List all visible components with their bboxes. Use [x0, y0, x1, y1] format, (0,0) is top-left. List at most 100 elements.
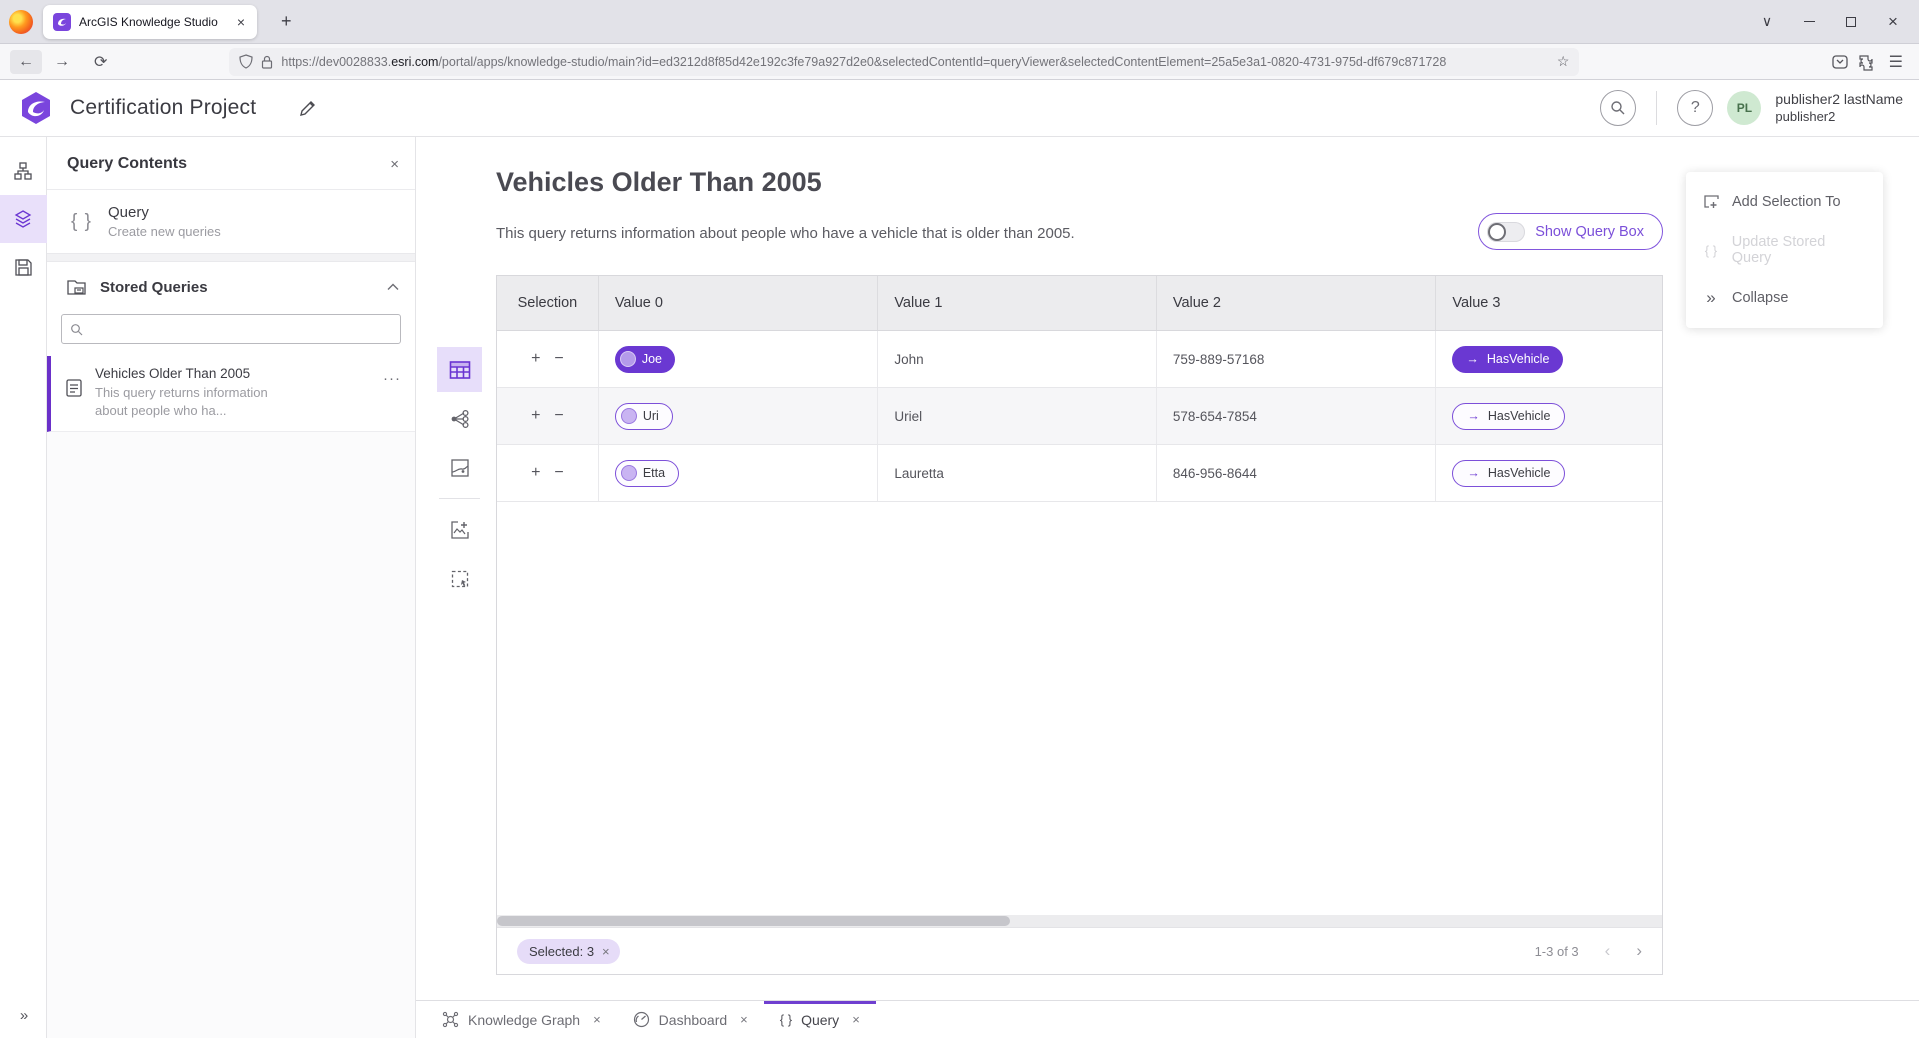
table-row[interactable]: + − Joe John 759-889-57168 →HasVehicle	[497, 331, 1662, 388]
user-name: publisher2 lastName publisher2	[1775, 91, 1903, 125]
remove-selection-icon[interactable]: −	[554, 464, 563, 482]
help-button[interactable]: ?	[1677, 90, 1713, 126]
search-input[interactable]	[89, 322, 392, 337]
edit-pencil-icon[interactable]	[298, 99, 317, 118]
firefox-icon[interactable]	[9, 10, 33, 34]
browser-tab[interactable]: ArcGIS Knowledge Studio ×	[43, 5, 257, 39]
link-chart-view-button[interactable]	[437, 396, 482, 441]
close-tab-icon[interactable]: ×	[740, 1012, 748, 1027]
remove-selection-icon[interactable]: −	[554, 350, 563, 368]
expand-panel-icon[interactable]: »	[20, 1007, 26, 1024]
tab-dashboard[interactable]: Dashboard ×	[617, 1001, 764, 1038]
horizontal-scrollbar[interactable]	[497, 915, 1662, 927]
map-view-button[interactable]	[437, 445, 482, 490]
search-button[interactable]	[1600, 90, 1636, 126]
add-selection-icon[interactable]: +	[531, 464, 540, 482]
page-title: Vehicles Older Than 2005	[496, 167, 822, 198]
column-header[interactable]: Selection	[497, 276, 599, 330]
stored-queries-folder-icon	[67, 278, 88, 296]
forward-button[interactable]: →	[42, 53, 82, 71]
close-tab-icon[interactable]: ×	[593, 1012, 601, 1027]
menu-item-collapse[interactable]: » Collapse	[1686, 274, 1883, 322]
query-viewer: Vehicles Older Than 2005 This query retu…	[416, 137, 1919, 1000]
item-options-icon[interactable]: ···	[383, 370, 401, 387]
table-row[interactable]: + − Etta Lauretta 846-956-8644 →HasVehic…	[497, 445, 1662, 502]
window-maximize-button[interactable]	[1843, 14, 1859, 30]
tab-knowledge-graph[interactable]: Knowledge Graph ×	[426, 1001, 617, 1038]
next-page-icon[interactable]: ›	[1636, 941, 1642, 961]
pocket-icon[interactable]	[1831, 53, 1849, 71]
bookmark-star-icon[interactable]: ☆	[1557, 53, 1570, 70]
query-contents-panel: Query Contents × { } Query Create new qu…	[47, 137, 416, 1038]
add-selection-icon[interactable]: +	[531, 407, 540, 425]
browser-navbar: ← → ⟳ https://dev0028833.esri.com/portal…	[0, 44, 1919, 80]
scrollbar-thumb[interactable]	[497, 916, 1010, 926]
arcgis-favicon	[53, 13, 71, 31]
stored-queries-search[interactable]	[61, 314, 401, 344]
hierarchy-tree-icon	[13, 161, 33, 181]
braces-icon: { }	[1702, 243, 1720, 258]
collapse-chevron-up-icon[interactable]	[387, 283, 399, 291]
close-tab-icon[interactable]: ×	[852, 1012, 860, 1027]
search-icon	[70, 323, 83, 336]
app-header: Certification Project ? PL publisher2 la…	[0, 80, 1919, 137]
add-to-map-button[interactable]	[437, 507, 482, 552]
table-row[interactable]: + − Uri Uriel 578-654-7854 →HasVehicle	[497, 388, 1662, 445]
table-view-button[interactable]	[437, 347, 482, 392]
menu-item-update-stored-query[interactable]: { } Update Stored Query	[1686, 226, 1883, 274]
user-avatar[interactable]: PL	[1727, 91, 1761, 125]
menu-item-add-selection-to[interactable]: Add Selection To	[1686, 178, 1883, 226]
entity-pill[interactable]: Etta	[615, 460, 679, 487]
remove-selection-icon[interactable]: −	[554, 407, 563, 425]
section-divider	[47, 253, 415, 262]
tabs-dropdown-icon[interactable]: ∨	[1759, 14, 1775, 30]
braces-icon: { }	[780, 1012, 792, 1027]
rail-item-hierarchy[interactable]	[0, 147, 47, 195]
rail-item-save[interactable]	[0, 243, 47, 291]
tab-query[interactable]: { } Query ×	[764, 1001, 876, 1038]
reload-button[interactable]: ⟳	[82, 52, 119, 72]
toolbar-divider	[439, 498, 480, 499]
relationship-pill[interactable]: →HasVehicle	[1452, 346, 1563, 373]
column-header[interactable]: Value 3	[1436, 276, 1662, 330]
selection-tool-button[interactable]	[437, 556, 482, 601]
column-header[interactable]: Value 0	[599, 276, 879, 330]
cell-value: 759-889-57168	[1157, 331, 1437, 387]
stored-queries-header[interactable]: Stored Queries	[47, 262, 415, 304]
show-query-box-toggle[interactable]: Show Query Box	[1478, 213, 1663, 250]
view-tab-bar: Knowledge Graph × Dashboard × { } Query …	[416, 1000, 1919, 1038]
add-selection-to-icon	[1703, 194, 1720, 211]
entity-pill[interactable]: Joe	[615, 346, 675, 373]
add-selection-icon[interactable]: +	[531, 350, 540, 368]
url-text: https://dev0028833.esri.com/portal/apps/…	[281, 55, 1548, 69]
rail-item-contents[interactable]	[0, 195, 47, 243]
panel-close-icon[interactable]: ×	[390, 156, 399, 173]
cell-value: Lauretta	[878, 445, 1157, 501]
window-minimize-button[interactable]	[1801, 14, 1817, 30]
back-button[interactable]: ←	[10, 50, 42, 74]
entity-pill[interactable]: Uri	[615, 403, 673, 430]
new-tab-button[interactable]: +	[273, 9, 300, 34]
extensions-puzzle-icon[interactable]	[1857, 53, 1875, 71]
lock-icon	[261, 55, 273, 69]
clear-selection-icon[interactable]: ×	[602, 944, 610, 959]
column-header[interactable]: Value 2	[1157, 276, 1437, 330]
layers-icon	[13, 209, 33, 229]
url-bar[interactable]: https://dev0028833.esri.com/portal/apps/…	[229, 48, 1579, 76]
menu-hamburger-icon[interactable]: ☰	[1883, 52, 1909, 72]
tab-close-icon[interactable]: ×	[235, 14, 247, 30]
selected-count-chip[interactable]: Selected: 3 ×	[517, 939, 620, 964]
cell-value: Uriel	[878, 388, 1157, 444]
relationship-pill[interactable]: →HasVehicle	[1452, 403, 1565, 430]
prev-page-icon[interactable]: ‹	[1605, 941, 1611, 961]
table-icon	[449, 360, 471, 380]
arcgis-knowledge-logo	[20, 91, 52, 125]
relationship-pill[interactable]: →HasVehicle	[1452, 460, 1565, 487]
new-query-item[interactable]: { } Query Create new queries	[47, 190, 415, 253]
panel-title: Query Contents	[67, 155, 187, 173]
window-close-button[interactable]: ×	[1885, 14, 1901, 30]
stored-query-item[interactable]: Vehicles Older Than 2005 This query retu…	[47, 356, 415, 432]
column-header[interactable]: Value 1	[878, 276, 1157, 330]
braces-icon: { }	[71, 211, 92, 233]
table-footer: Selected: 3 × 1-3 of 3 ‹ ›	[497, 927, 1662, 974]
